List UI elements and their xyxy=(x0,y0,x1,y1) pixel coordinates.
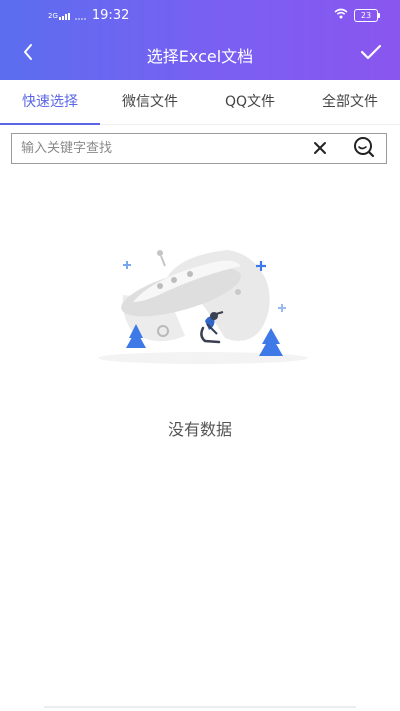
signal-indicator: 2G xyxy=(48,12,86,20)
signal-bars-icon xyxy=(58,12,70,20)
status-left: 2G 19:32 xyxy=(48,8,129,23)
wifi-icon xyxy=(334,8,348,23)
status-bar: 2G 19:32 23 xyxy=(0,0,400,30)
search-input[interactable] xyxy=(21,134,301,163)
tab-wechat-files[interactable]: 微信文件 xyxy=(100,80,200,124)
confirm-button[interactable] xyxy=(356,40,386,68)
bottom-divider xyxy=(44,706,356,708)
battery-level: 23 xyxy=(360,11,372,20)
clear-search-button[interactable] xyxy=(310,139,330,159)
network-badge: 2G xyxy=(48,11,58,20)
search-box xyxy=(11,133,387,164)
checkmark-icon xyxy=(360,44,382,64)
search-icon xyxy=(352,136,376,162)
tab-all-files[interactable]: 全部文件 xyxy=(300,80,400,124)
tab-qq-files[interactable]: QQ文件 xyxy=(200,80,300,124)
page-title: 选择Excel文档 xyxy=(146,47,254,66)
empty-state-message: 没有数据 xyxy=(167,420,232,439)
tab-bar: 快速选择 微信文件 QQ文件 全部文件 xyxy=(0,80,400,125)
nav-bar: 选择Excel文档 xyxy=(0,34,400,74)
battery-icon: 23 xyxy=(354,9,380,22)
status-right: 23 xyxy=(334,8,380,23)
close-icon xyxy=(313,140,327,159)
search-button[interactable] xyxy=(351,137,377,161)
signal-bars-secondary-icon xyxy=(74,12,86,20)
tab-quick-select[interactable]: 快速选择 xyxy=(0,80,100,125)
header: 2G 19:32 23 选择Excel文档 xyxy=(0,0,400,80)
app-screen: 2G 19:32 23 选择Excel文档 快速选择 微信文件 QQ文件 全部文… xyxy=(0,0,400,711)
status-time: 19:32 xyxy=(91,8,130,23)
empty-state-illustration xyxy=(95,240,310,375)
